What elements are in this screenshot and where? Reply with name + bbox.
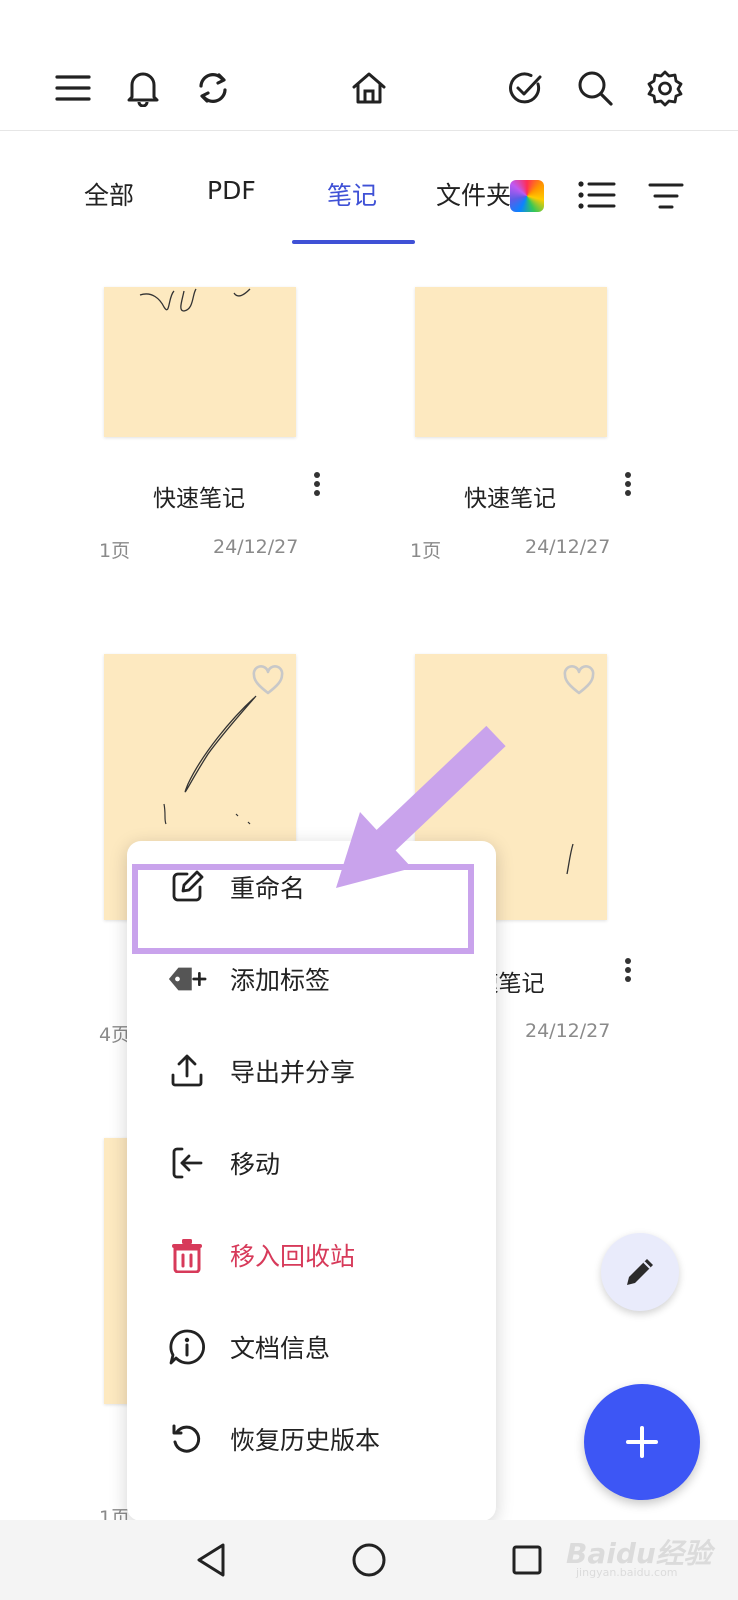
tab-pdf[interactable]: PDF: [207, 176, 256, 220]
history-icon: [167, 1419, 207, 1459]
note-page-count: 1页: [410, 540, 442, 562]
menu-item-label: 移动: [230, 1150, 281, 1179]
note-title[interactable]: 快速笔记: [410, 479, 610, 513]
note-date: 24/12/27: [525, 1020, 611, 1042]
recents-square-icon[interactable]: [505, 1538, 549, 1582]
more-options-icon[interactable]: [307, 466, 327, 502]
home-circle-icon[interactable]: [347, 1538, 391, 1582]
watermark-logo: Baidu经验 jingyan.baidu.com: [566, 1524, 726, 1580]
menu-item-label: 文档信息: [230, 1334, 331, 1363]
gear-icon[interactable]: [643, 66, 687, 110]
back-icon[interactable]: [189, 1538, 233, 1582]
check-circle-icon[interactable]: [503, 66, 547, 110]
more-options-icon[interactable]: [618, 952, 638, 988]
top-toolbar: [0, 0, 738, 131]
tab-folders[interactable]: 文件夹: [436, 176, 511, 220]
search-icon[interactable]: [573, 66, 617, 110]
handwriting-scribble: [139, 288, 251, 312]
tab-all[interactable]: 全部: [84, 176, 134, 220]
sort-filter-icon[interactable]: [648, 182, 684, 210]
tag-add-icon: [167, 959, 207, 999]
menu-item-doc-info[interactable]: 文档信息: [127, 1301, 496, 1393]
watermark-subtext: jingyan.baidu.com: [576, 1566, 678, 1579]
menu-item-move-to-trash[interactable]: 移入回收站: [127, 1209, 496, 1301]
favorite-heart-icon[interactable]: [562, 664, 596, 696]
menu-item-label: 添加标签: [230, 966, 331, 995]
info-icon: [167, 1327, 207, 1367]
tab-notes[interactable]: 笔记: [327, 176, 377, 220]
menu-item-export-share[interactable]: 导出并分享: [127, 1025, 496, 1117]
add-button[interactable]: [584, 1384, 700, 1500]
color-tag-icon[interactable]: [510, 180, 544, 212]
plus-icon: [624, 1424, 660, 1460]
active-tab-indicator: [292, 240, 415, 244]
trash-icon: [167, 1235, 207, 1275]
more-options-icon[interactable]: [618, 466, 638, 502]
export-share-icon: [167, 1051, 207, 1091]
menu-item-label: 导出并分享: [230, 1058, 356, 1087]
move-icon: [167, 1143, 207, 1183]
menu-item-restore-history[interactable]: 恢复历史版本: [127, 1393, 496, 1485]
list-view-icon[interactable]: [578, 180, 616, 210]
favorite-heart-icon[interactable]: [251, 664, 285, 696]
menu-item-label: 移入回收站: [230, 1242, 356, 1271]
menu-icon[interactable]: [51, 66, 95, 110]
sync-icon[interactable]: [191, 66, 235, 110]
note-thumbnail[interactable]: [415, 287, 607, 437]
annotation-arrow: [336, 725, 506, 888]
note-title[interactable]: 快速笔记: [99, 479, 299, 513]
pen-icon: [623, 1255, 657, 1289]
home-icon[interactable]: [347, 66, 391, 110]
menu-item-move[interactable]: 移动: [127, 1117, 496, 1209]
note-date: 24/12/27: [213, 536, 299, 558]
note-page-count: 1页: [99, 540, 131, 562]
menu-item-label: 恢复历史版本: [230, 1426, 381, 1455]
note-thumbnail[interactable]: [104, 287, 296, 437]
quick-note-pen-button[interactable]: [601, 1233, 679, 1311]
bell-icon[interactable]: [121, 66, 165, 110]
note-page-count: 4页: [99, 1024, 131, 1046]
note-date: 24/12/27: [525, 536, 611, 558]
